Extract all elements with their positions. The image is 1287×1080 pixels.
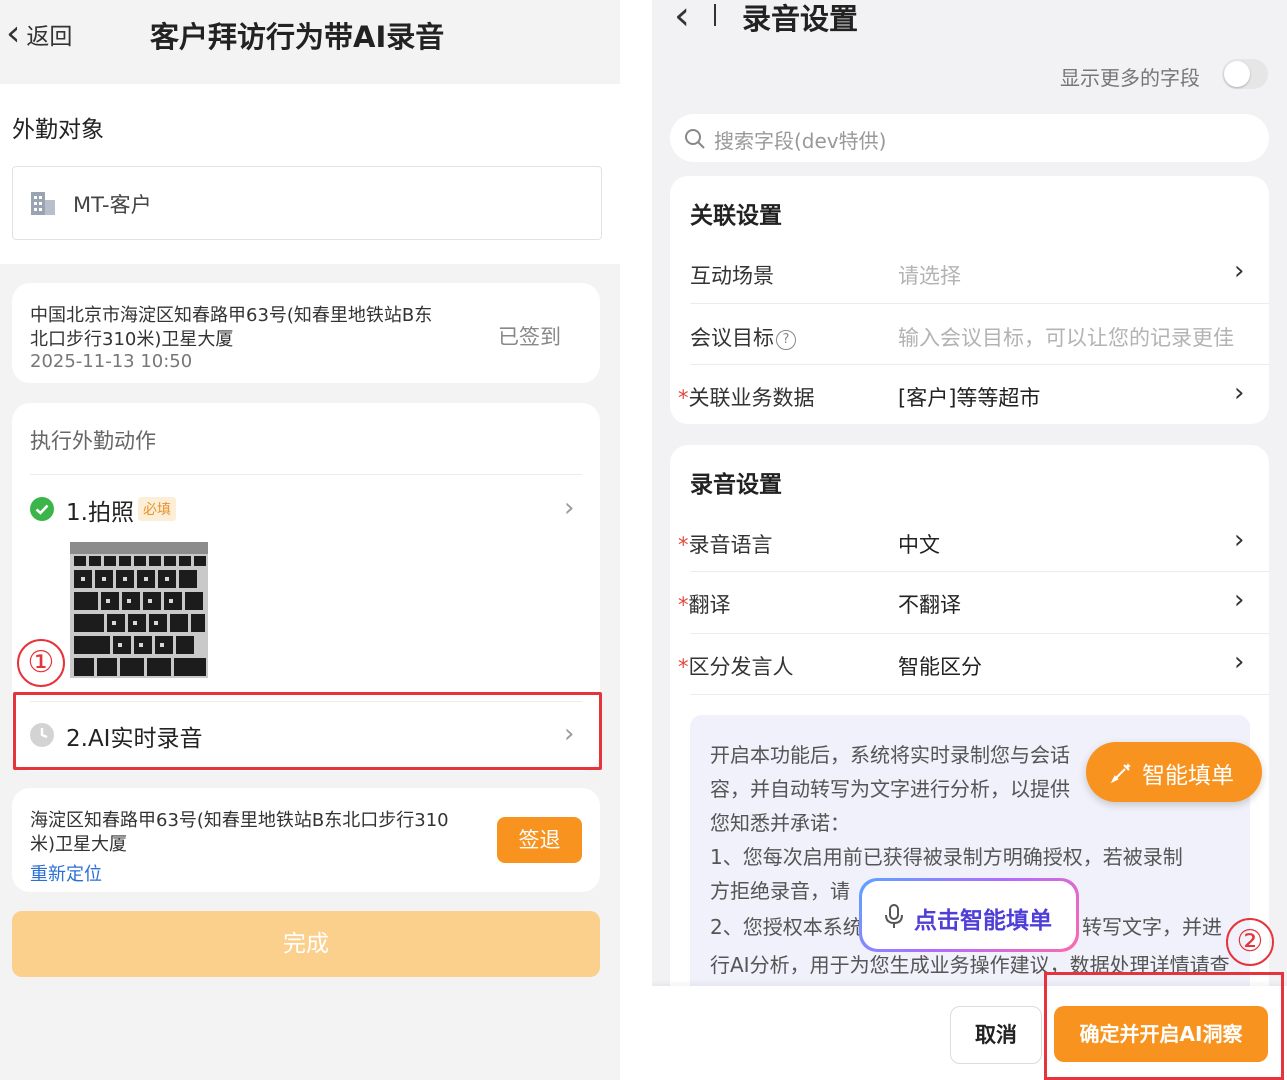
search-placeholder: 搜索字段(dev特供) bbox=[714, 129, 887, 153]
chevron-right-icon: › bbox=[1234, 647, 1245, 677]
back-button[interactable]: ‹ 返回 bbox=[6, 14, 72, 54]
language-label: *录音语言 bbox=[678, 529, 773, 559]
association-header: 关联设置 bbox=[690, 203, 782, 229]
scene-row[interactable]: 互动场景 请选择 › bbox=[670, 242, 1269, 302]
customer-field[interactable]: MT-客户 bbox=[12, 166, 602, 240]
screen-gap bbox=[620, 0, 652, 1080]
related-value: [客户]等等超市 bbox=[898, 386, 1041, 410]
required-badge: 必填 bbox=[138, 497, 176, 521]
header-divider bbox=[714, 4, 716, 26]
goal-row[interactable]: 会议目标? 输入会议目标，可以让您的记录更佳 bbox=[670, 304, 1269, 364]
row-divider bbox=[690, 364, 1269, 365]
goal-input[interactable]: 输入会议目标，可以让您的记录更佳 bbox=[898, 322, 1234, 352]
checkout-address-line2: 米)卫星大厦 bbox=[30, 834, 128, 855]
notice-line: 1、您每次启用前已获得被录制方明确授权，若被录制 bbox=[710, 845, 1183, 869]
microphone-icon bbox=[885, 904, 903, 928]
voice-fill-inner: 点击智能填单 bbox=[862, 881, 1076, 949]
translate-label-text: 翻译 bbox=[688, 593, 731, 617]
chevron-right-icon: › bbox=[1234, 378, 1245, 408]
checkin-time: 2025-11-13 10:50 bbox=[30, 351, 193, 372]
translate-label: *翻译 bbox=[678, 589, 731, 619]
voice-fill-button[interactable]: 点击智能填单 bbox=[859, 878, 1079, 952]
building-icon bbox=[31, 192, 55, 215]
translate-row[interactable]: *翻译 不翻译 › bbox=[670, 573, 1269, 633]
right-screen: ‹ 录音设置 显示更多的字段 搜索字段(dev特供) 关联设置 互动场景 请选择… bbox=[652, 0, 1287, 1080]
smart-fill-button[interactable]: 智能填单 bbox=[1086, 742, 1262, 802]
page-title: 录音设置 bbox=[742, 2, 859, 36]
check-circle-icon bbox=[30, 497, 54, 521]
help-icon[interactable]: ? bbox=[776, 330, 796, 350]
show-more-fields-label: 显示更多的字段 bbox=[1060, 66, 1200, 90]
related-label: *关联业务数据 bbox=[678, 382, 815, 412]
search-icon bbox=[685, 129, 705, 149]
search-input[interactable]: 搜索字段(dev特供) bbox=[670, 114, 1269, 162]
required-star: * bbox=[678, 593, 689, 617]
page-title: 客户拜访行为带AI录音 bbox=[150, 20, 445, 54]
speaker-row[interactable]: *区分发言人 智能区分 › bbox=[670, 635, 1269, 695]
left-screen: ‹ 返回 客户拜访行为带AI录音 外勤对象 MT-客户 中国北京市海淀区知春路甲… bbox=[0, 0, 620, 1080]
done-button[interactable]: 完成 bbox=[12, 911, 600, 977]
speaker-value: 智能区分 bbox=[898, 655, 982, 679]
association-card: 关联设置 互动场景 请选择 › 会议目标? 输入会议目标，可以让您的记录更佳 *… bbox=[670, 176, 1269, 424]
checkin-address-line2: 北口步行310米)卫星大厦 bbox=[30, 329, 234, 350]
speaker-label: *区分发言人 bbox=[678, 651, 794, 681]
chevron-left-icon: ‹ bbox=[6, 13, 21, 54]
show-more-toggle[interactable] bbox=[1222, 59, 1268, 89]
scene-label: 互动场景 bbox=[690, 264, 774, 288]
relocate-link[interactable]: 重新定位 bbox=[30, 860, 102, 886]
translate-value: 不翻译 bbox=[898, 593, 961, 617]
photo-action-label: 1.拍照 bbox=[66, 500, 134, 526]
checkin-card: 中国北京市海淀区知春路甲63号(知春里地铁站B东 北口步行310米)卫星大厦 2… bbox=[12, 283, 600, 383]
magic-pen-icon bbox=[1110, 763, 1131, 784]
chevron-right-icon: › bbox=[1234, 585, 1245, 615]
checkin-address-line1: 中国北京市海淀区知春路甲63号(知春里地铁站B东 bbox=[30, 305, 433, 326]
goal-label-text: 会议目标 bbox=[690, 326, 774, 350]
notice-line: 2、您授权本系统 bbox=[710, 915, 863, 939]
cancel-button[interactable]: 取消 bbox=[950, 1006, 1042, 1064]
visit-target-label: 外勤对象 bbox=[12, 117, 104, 143]
required-star: * bbox=[678, 386, 689, 410]
notice-line: 转写文字，并进 bbox=[1082, 915, 1222, 939]
row-divider bbox=[690, 571, 1269, 572]
highlight-box-1 bbox=[13, 692, 602, 770]
notice-line: 方拒绝录音，请 bbox=[710, 879, 850, 903]
checkout-button[interactable]: 签退 bbox=[497, 817, 582, 863]
speaker-label-text: 区分发言人 bbox=[688, 655, 794, 679]
keyboard-photo[interactable] bbox=[70, 542, 208, 678]
row-divider bbox=[690, 633, 1269, 634]
actions-divider bbox=[30, 474, 582, 475]
checkin-status: 已签到 bbox=[498, 325, 561, 349]
chevron-right-icon: › bbox=[1234, 256, 1245, 286]
annotation-number-2: ② bbox=[1226, 918, 1274, 966]
actions-header: 执行外勤动作 bbox=[30, 429, 156, 453]
recording-header: 录音设置 bbox=[690, 472, 782, 498]
related-label-text: 关联业务数据 bbox=[688, 386, 815, 410]
related-data-row[interactable]: *关联业务数据 [客户]等等超市 › bbox=[670, 366, 1269, 424]
language-label-text: 录音语言 bbox=[688, 533, 773, 557]
required-star: * bbox=[678, 655, 689, 679]
row-divider bbox=[690, 694, 1269, 695]
checkout-address-line1: 海淀区知春路甲63号(知春里地铁站B东北口步行310 bbox=[30, 810, 449, 831]
language-row[interactable]: *录音语言 中文 › bbox=[670, 511, 1269, 571]
notice-line: 您知悉并承诺： bbox=[710, 811, 850, 835]
notice-line: 容，并自动转写为文字进行分析，以提供 bbox=[710, 777, 1070, 801]
checkout-card: 海淀区知春路甲63号(知春里地铁站B东北口步行310 米)卫星大厦 重新定位 签… bbox=[12, 788, 600, 892]
language-value: 中文 bbox=[898, 533, 940, 557]
notice-line: 开启本功能后，系统将实时录制您与会话 bbox=[710, 743, 1070, 767]
chevron-right-icon: › bbox=[564, 493, 575, 523]
visit-target-section: 外勤对象 MT-客户 bbox=[0, 84, 620, 264]
annotation-number-1: ① bbox=[17, 639, 65, 687]
toggle-knob bbox=[1224, 61, 1250, 87]
chevron-right-icon: › bbox=[1234, 525, 1245, 555]
scene-placeholder: 请选择 bbox=[898, 264, 961, 288]
highlight-box-2 bbox=[1044, 972, 1284, 1080]
smart-fill-label: 智能填单 bbox=[1142, 763, 1234, 789]
back-chevron-button[interactable]: ‹ bbox=[674, 0, 690, 36]
back-label: 返回 bbox=[26, 24, 73, 50]
voice-fill-label: 点击智能填单 bbox=[914, 908, 1052, 934]
customer-value: MT-客户 bbox=[73, 193, 152, 217]
required-star: * bbox=[678, 533, 689, 557]
goal-label: 会议目标? bbox=[690, 322, 796, 352]
photo-action-row[interactable]: 1.拍照 必填 › bbox=[12, 483, 600, 535]
